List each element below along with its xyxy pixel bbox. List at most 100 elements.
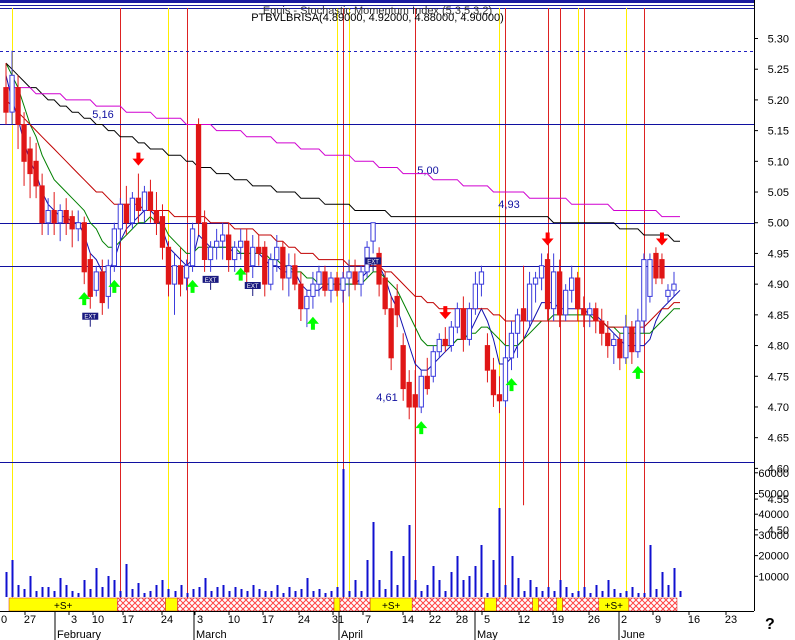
date-tick-label: 14: [402, 614, 414, 626]
candle-body: [75, 222, 81, 230]
signal-strip-label: +S+: [54, 601, 73, 612]
date-tick-label: 10: [92, 614, 104, 626]
candle-body: [346, 271, 352, 279]
price-tick-label: 4.75: [768, 371, 789, 383]
signal-strip-segment: [333, 597, 341, 612]
candle-body: [647, 259, 653, 297]
candle-body: [165, 246, 172, 285]
help-icon[interactable]: ?: [765, 616, 775, 634]
candle-body: [587, 308, 593, 316]
date-tick-label: 16: [688, 614, 700, 626]
candle-body: [581, 308, 587, 316]
candle-body: [496, 394, 503, 402]
candle-body: [141, 191, 148, 211]
candle-body: [81, 222, 87, 273]
candle-body: [340, 277, 346, 291]
sell-arrow: [439, 306, 452, 320]
level-label: 4,61: [376, 392, 397, 404]
signal-strip-segment: [484, 597, 497, 612]
candle-body: [665, 289, 671, 297]
month-label: April: [341, 629, 363, 640]
date-tick-label: 24: [298, 614, 310, 626]
price-tick-label: 4.90: [768, 279, 789, 291]
candle-body: [298, 283, 304, 310]
candle-body: [135, 197, 141, 211]
axes-layer: 5.30 5.25 5.20 5.15 5.10 5.05 5.00 4.95 4.90 4.85…: [0, 0, 789, 640]
candle-body: [117, 203, 123, 230]
candle-body: [472, 283, 479, 310]
candle-body: [153, 210, 160, 224]
buy-arrow: [186, 279, 199, 293]
candle-body: [292, 265, 298, 285]
candle-body: [99, 271, 105, 304]
candle-body: [9, 74, 15, 113]
candle-body: [238, 240, 244, 248]
candle-body: [286, 265, 292, 279]
candle-body: [424, 375, 430, 390]
month-label: February: [57, 629, 102, 640]
date-tick-label: 5: [484, 614, 490, 626]
buy-arrow: [415, 421, 428, 435]
date-tick-label: 31: [332, 614, 344, 626]
buy-arrow: [306, 316, 319, 330]
candle-body: [599, 320, 605, 334]
candle-body: [195, 124, 202, 224]
candle-body: [358, 271, 364, 285]
candle-body: [3, 87, 9, 113]
candle-body: [611, 338, 617, 346]
candle-body: [51, 210, 57, 224]
candle-body: [129, 197, 135, 224]
candle-body: [538, 265, 545, 279]
signal-strip-segment: [339, 597, 371, 612]
candle-body: [617, 338, 623, 359]
candle-body: [412, 394, 418, 408]
ohlc-readout: PTBVLBRISA(4.89000, 4.92000, 4.88000, 4.…: [251, 12, 504, 24]
level-label: 5,16: [92, 109, 113, 121]
candle-body: [484, 345, 491, 371]
candle-body: [33, 160, 39, 187]
price-tick-label: 4.70: [768, 402, 789, 414]
month-label: June: [621, 629, 645, 640]
candle-body: [220, 234, 226, 242]
candle-body: [352, 271, 358, 285]
date-tick-label: 0: [1, 614, 7, 626]
candle-body: [232, 246, 238, 261]
candle-body: [310, 283, 316, 297]
date-tick-label: 3: [71, 614, 77, 626]
candle-body: [105, 265, 111, 297]
signal-strip-label: +S+: [382, 601, 401, 612]
signal-strip-segment: [411, 597, 485, 612]
candle-body: [183, 265, 190, 279]
signal-strip-segment: [562, 597, 600, 612]
candle-body: [671, 283, 677, 291]
signal-strip-layer: +S+ +S+ +S+: [8, 597, 678, 612]
date-tick-label: 26: [588, 614, 600, 626]
candle-body: [63, 210, 69, 224]
candle-body: [244, 240, 250, 273]
candle-body: [57, 210, 63, 224]
candle-body: [653, 252, 659, 279]
price-tick-label: 4.65: [768, 433, 789, 445]
candle-body: [93, 271, 99, 291]
candle-body: [569, 277, 575, 291]
date-tick-label: 17: [262, 614, 274, 626]
date-tick-label: 10: [228, 614, 240, 626]
price-chart[interactable]: 5,165,004,934,61 EXTEXTEXTEXT +S+ +S+ +S+ …: [0, 0, 795, 640]
candle-body: [250, 246, 256, 267]
candle-body: [400, 345, 406, 390]
price-tick-label: 4.80: [768, 341, 789, 353]
candle-body: [575, 277, 581, 310]
signal-strip-segment: [532, 597, 539, 612]
signal-strip-segment: [177, 597, 335, 612]
candle-body: [189, 228, 196, 267]
candle-body: [532, 277, 539, 285]
candle-body: [328, 277, 334, 291]
date-tick-label: 2: [621, 614, 627, 626]
candle-body: [502, 357, 509, 402]
volume-tick-label: 60000: [758, 468, 789, 480]
candle-body: [394, 295, 400, 316]
candle-body: [111, 228, 117, 267]
candle-body: [280, 246, 286, 279]
candle-body: [316, 271, 322, 285]
date-tick-label: 28: [456, 614, 468, 626]
